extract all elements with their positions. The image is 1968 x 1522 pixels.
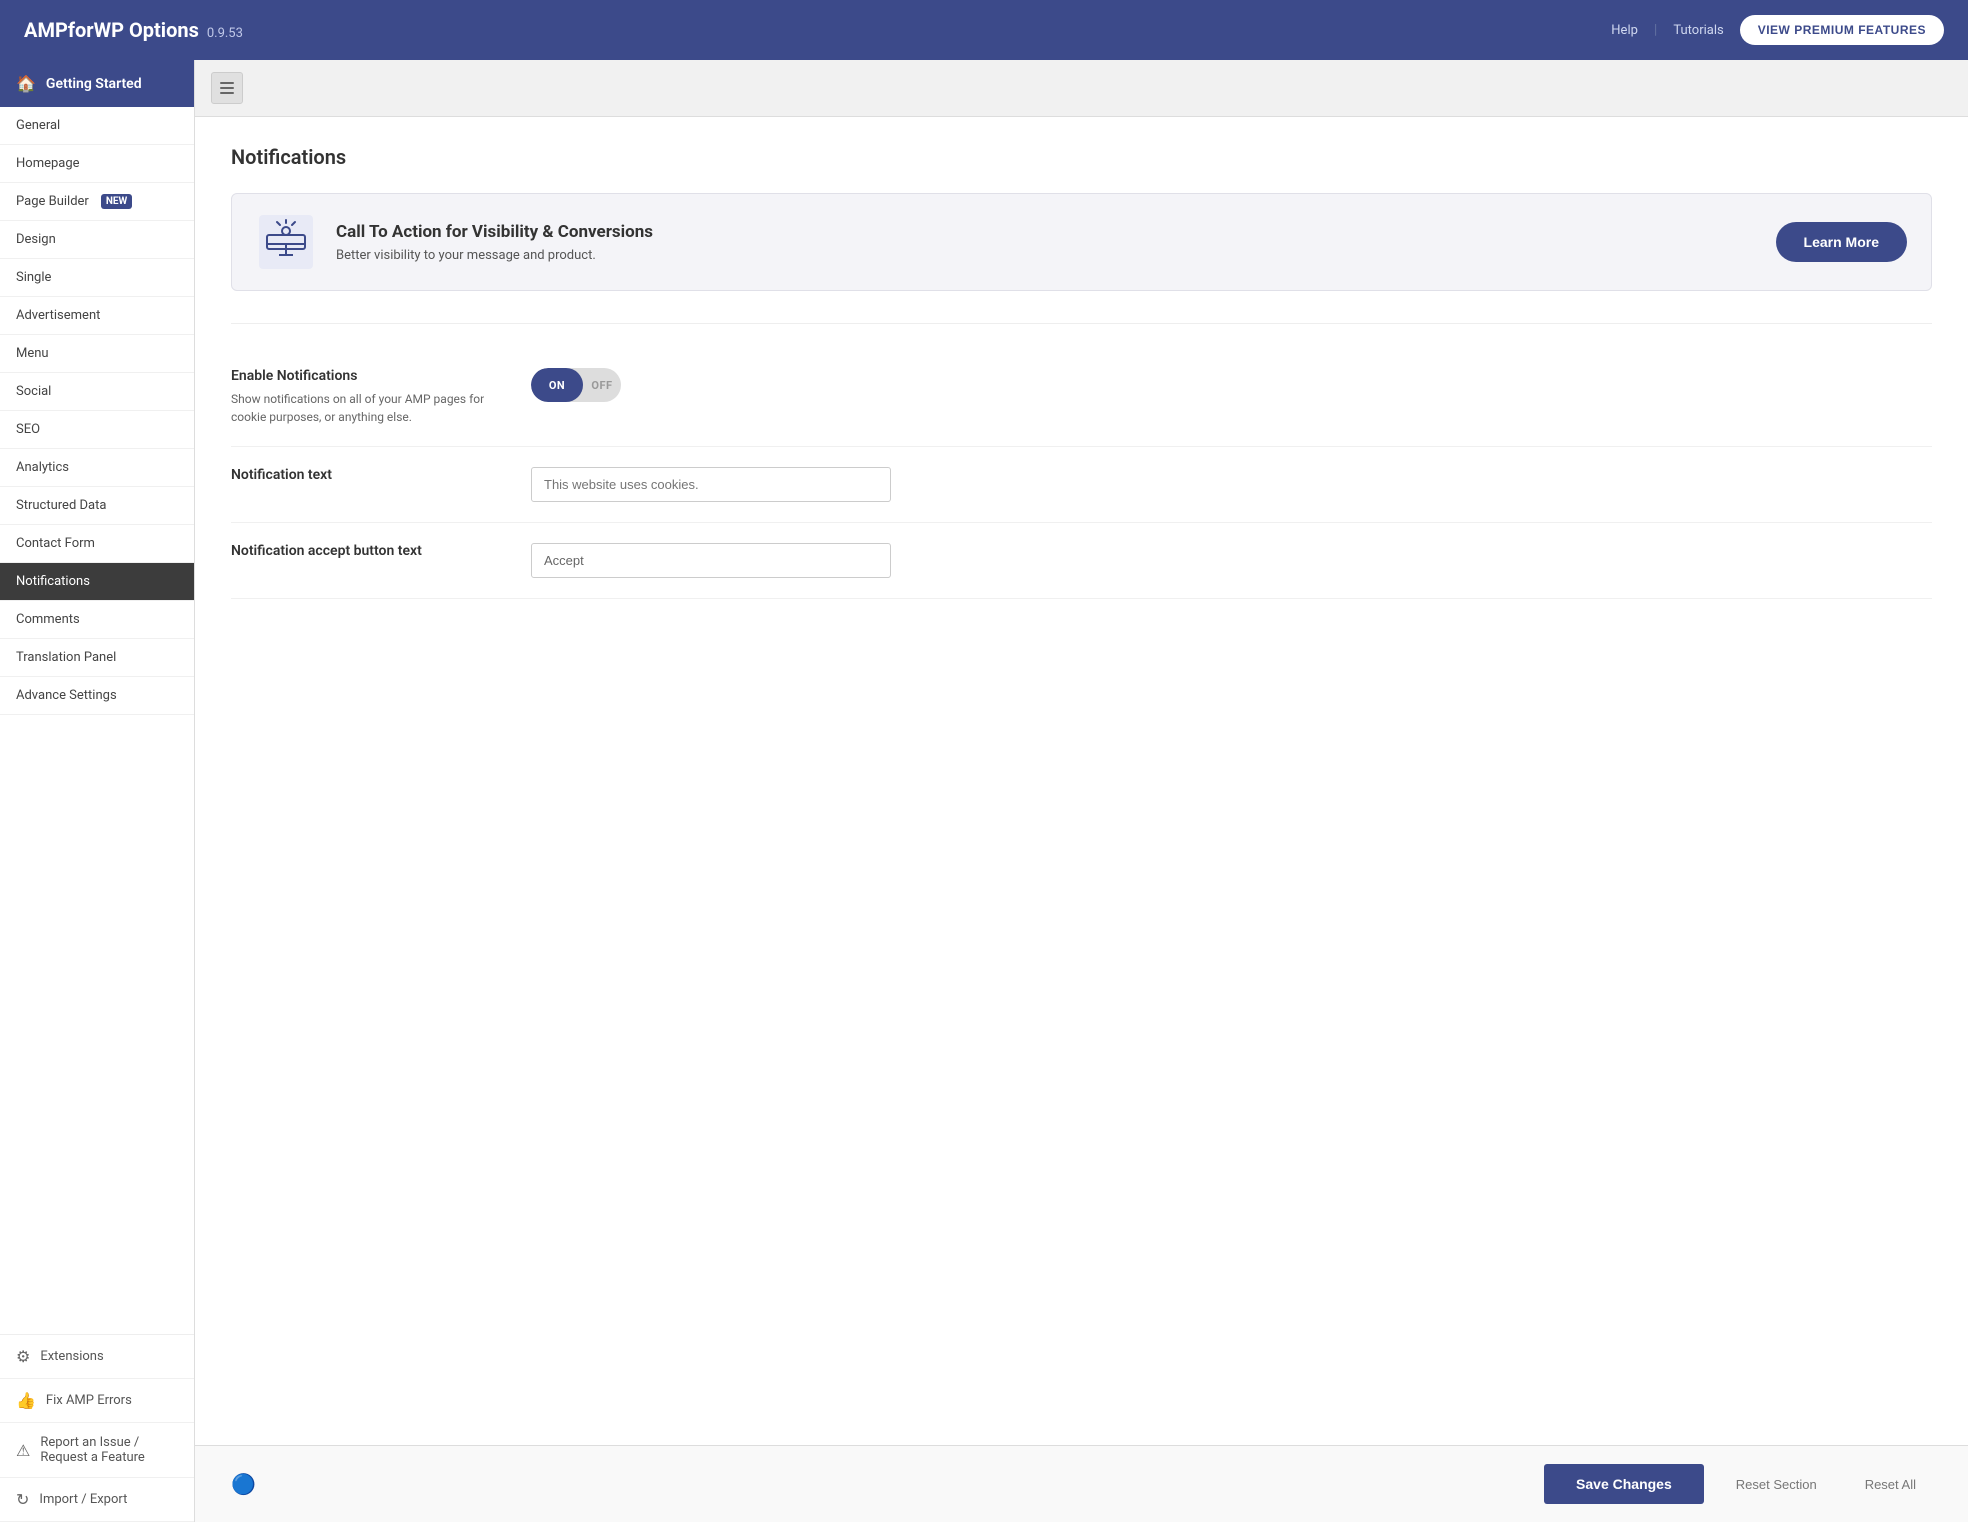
- extensions-label: Extensions: [40, 1349, 103, 1364]
- promo-banner: Call To Action for Visibility & Conversi…: [231, 193, 1932, 291]
- toggle-off-label: OFF: [583, 379, 621, 392]
- sidebar-item-design[interactable]: Design: [0, 221, 194, 259]
- toggle-on-label: ON: [531, 368, 583, 402]
- sidebar-item-advertisement[interactable]: Advertisement: [0, 297, 194, 335]
- sidebar-item-page-builder[interactable]: Page Builder NEW: [0, 183, 194, 221]
- notifications-toggle[interactable]: ON OFF: [531, 368, 621, 402]
- sidebar-item-single[interactable]: Single: [0, 259, 194, 297]
- setting-row-accept-btn-text: Notification accept button text: [231, 523, 1932, 599]
- promo-icon: [256, 212, 316, 272]
- notification-text-input[interactable]: [531, 467, 891, 502]
- sidebar-item-seo[interactable]: SEO: [0, 411, 194, 449]
- setting-label-col: Enable Notifications Show notifications …: [231, 368, 491, 426]
- footer-left: 🔵: [231, 1472, 1528, 1496]
- promo-text: Call To Action for Visibility & Conversi…: [336, 222, 1756, 263]
- premium-button[interactable]: VIEW PREMIUM FEATURES: [1740, 15, 1944, 45]
- help-link[interactable]: Help: [1611, 23, 1638, 38]
- sidebar-item-contact-form[interactable]: Contact Form: [0, 525, 194, 563]
- sidebar-item-translation-panel[interactable]: Translation Panel: [0, 639, 194, 677]
- main-content: Notifications: [195, 60, 1968, 1522]
- sidebar-link-comments[interactable]: Comments: [0, 601, 194, 638]
- promo-subtext: Better visibility to your message and pr…: [336, 248, 1756, 263]
- sidebar-item-report-issue[interactable]: ⚠ Report an Issue / Request a Feature: [0, 1423, 194, 1478]
- sidebar-item-getting-started[interactable]: 🏠 Getting Started: [0, 60, 194, 107]
- footer-bar: 🔵 Save Changes Reset Section Reset All: [195, 1445, 1968, 1522]
- header-left: AMPforWP Options 0.9.53: [24, 18, 243, 42]
- sidebar-link-page-builder[interactable]: Page Builder NEW: [0, 183, 194, 220]
- notification-text-label: Notification text: [231, 467, 491, 483]
- sidebar-link-structured-data[interactable]: Structured Data: [0, 487, 194, 524]
- settings-section: Enable Notifications Show notifications …: [231, 323, 1932, 623]
- sidebar-link-analytics[interactable]: Analytics: [0, 449, 194, 486]
- fix-amp-errors-label: Fix AMP Errors: [46, 1393, 132, 1408]
- report-issue-label: Report an Issue / Request a Feature: [40, 1435, 178, 1465]
- app-version: 0.9.53: [207, 26, 243, 41]
- gear-icon: ⚙: [16, 1347, 30, 1366]
- setting-label-col-3: Notification accept button text: [231, 543, 491, 565]
- sidebar-link-single[interactable]: Single: [0, 259, 194, 296]
- import-export-label: Import / Export: [39, 1492, 127, 1507]
- sidebar-link-translation-panel[interactable]: Translation Panel: [0, 639, 194, 676]
- content-toolbar: [195, 60, 1968, 117]
- accept-btn-text-input[interactable]: [531, 543, 891, 578]
- enable-notifications-label: Enable Notifications: [231, 368, 491, 384]
- top-header: AMPforWP Options 0.9.53 Help | Tutorials…: [0, 0, 1968, 60]
- sidebar: 🏠 Getting Started General Homepage Page …: [0, 60, 195, 1522]
- header-right: Help | Tutorials VIEW PREMIUM FEATURES: [1611, 15, 1944, 45]
- sidebar-link-notifications[interactable]: Notifications: [0, 563, 194, 600]
- new-badge: NEW: [101, 194, 132, 209]
- sidebar-item-structured-data[interactable]: Structured Data: [0, 487, 194, 525]
- sidebar-link-seo[interactable]: SEO: [0, 411, 194, 448]
- learn-more-button[interactable]: Learn More: [1776, 222, 1907, 262]
- sidebar-item-fix-amp-errors[interactable]: 👍 Fix AMP Errors: [0, 1379, 194, 1423]
- thumbsup-icon: 👍: [16, 1391, 36, 1410]
- accept-btn-text-control: [531, 543, 1932, 578]
- enable-notifications-control: ON OFF: [531, 368, 1932, 402]
- main-layout: 🏠 Getting Started General Homepage Page …: [0, 60, 1968, 1522]
- sidebar-link-menu[interactable]: Menu: [0, 335, 194, 372]
- sidebar-link-advance-settings[interactable]: Advance Settings: [0, 677, 194, 714]
- accept-btn-text-label: Notification accept button text: [231, 543, 491, 559]
- sidebar-item-advance-settings[interactable]: Advance Settings: [0, 677, 194, 715]
- getting-started-label: Getting Started: [46, 76, 142, 92]
- sidebar-link-homepage[interactable]: Homepage: [0, 145, 194, 182]
- sidebar-item-general[interactable]: General: [0, 107, 194, 145]
- sidebar-link-social[interactable]: Social: [0, 373, 194, 410]
- sidebar-link-general[interactable]: General: [0, 107, 194, 144]
- promo-heading: Call To Action for Visibility & Conversi…: [336, 222, 1756, 242]
- sidebar-link-advertisement[interactable]: Advertisement: [0, 297, 194, 334]
- page-title: Notifications: [231, 145, 1932, 169]
- sidebar-item-extensions[interactable]: ⚙ Extensions: [0, 1335, 194, 1379]
- footer-icon: 🔵: [231, 1472, 256, 1496]
- save-changes-button[interactable]: Save Changes: [1544, 1464, 1704, 1504]
- sidebar-bottom: ⚙ Extensions 👍 Fix AMP Errors ⚠ Report a…: [0, 1334, 194, 1522]
- header-divider: |: [1654, 22, 1657, 38]
- warning-icon: ⚠: [16, 1441, 30, 1460]
- sidebar-item-social[interactable]: Social: [0, 373, 194, 411]
- toggle-container: ON OFF: [531, 368, 1932, 402]
- home-icon: 🏠: [16, 74, 36, 93]
- setting-row-enable-notifications: Enable Notifications Show notifications …: [231, 348, 1932, 447]
- sidebar-item-notifications[interactable]: Notifications: [0, 563, 194, 601]
- reset-section-button[interactable]: Reset Section: [1720, 1465, 1833, 1504]
- reset-all-button[interactable]: Reset All: [1849, 1465, 1932, 1504]
- app-title: AMPforWP Options: [24, 18, 199, 42]
- sidebar-item-comments[interactable]: Comments: [0, 601, 194, 639]
- sidebar-item-homepage[interactable]: Homepage: [0, 145, 194, 183]
- import-export-icon: ↻: [16, 1490, 29, 1509]
- enable-notifications-description: Show notifications on all of your AMP pa…: [231, 390, 491, 426]
- content-area: Notifications: [195, 117, 1968, 1445]
- sidebar-link-contact-form[interactable]: Contact Form: [0, 525, 194, 562]
- sidebar-link-design[interactable]: Design: [0, 221, 194, 258]
- notification-text-control: [531, 467, 1932, 502]
- sidebar-item-import-export[interactable]: ↻ Import / Export: [0, 1478, 194, 1522]
- sidebar-menu: General Homepage Page Builder NEW Design…: [0, 107, 194, 1334]
- tutorials-link[interactable]: Tutorials: [1673, 23, 1723, 38]
- sidebar-item-analytics[interactable]: Analytics: [0, 449, 194, 487]
- menu-icon-button[interactable]: [211, 72, 243, 104]
- setting-row-notification-text: Notification text: [231, 447, 1932, 523]
- sidebar-item-menu[interactable]: Menu: [0, 335, 194, 373]
- setting-label-col-2: Notification text: [231, 467, 491, 489]
